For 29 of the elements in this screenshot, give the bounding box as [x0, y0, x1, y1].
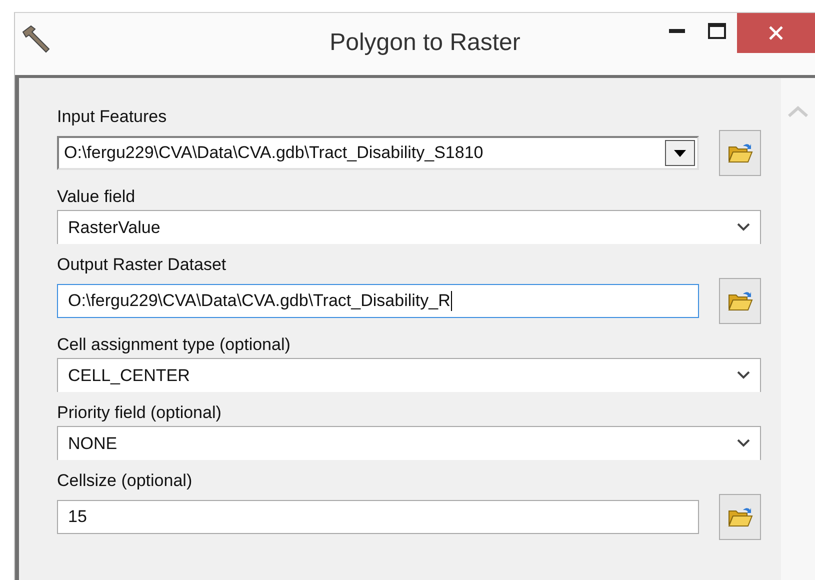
combo-box[interactable]: O:\fergu229\CVA\Data\CVA.gdb\Tract_Disability_S1810 [57, 136, 699, 170]
chevron-down-icon [737, 371, 750, 379]
field-label: Value field [57, 186, 136, 208]
window-title: Polygon to Raster [330, 29, 520, 57]
text-cursor [451, 291, 452, 311]
input-field[interactable]: O:\fergu229\CVA\Data\CVA.gdb\Tract_Disability_R [57, 284, 699, 318]
dropdown[interactable]: CELL_CENTER [57, 358, 761, 392]
dropdown[interactable]: NONE [57, 426, 761, 460]
close-icon [768, 25, 784, 41]
chevron-down-icon [737, 223, 750, 231]
maximize-icon [708, 23, 726, 39]
dropdown-button[interactable] [665, 140, 695, 166]
field-label: Cell assignment type (optional) [57, 334, 292, 356]
field-label: Priority field (optional) [57, 402, 222, 424]
triangle-down-icon [674, 150, 686, 156]
folder-icon [727, 505, 753, 529]
browse-button[interactable] [719, 130, 761, 176]
input-field[interactable]: 15 [57, 500, 699, 534]
chevron-down-icon [737, 439, 750, 447]
folder-icon [727, 141, 753, 165]
browse-button[interactable] [719, 494, 761, 540]
folder-icon [727, 289, 753, 313]
field-label: Input Features [57, 106, 168, 128]
field-label: Cellsize (optional) [57, 470, 194, 492]
dropdown[interactable]: RasterValue [57, 210, 761, 244]
minimize-icon [669, 29, 685, 33]
field-label: Output Raster Dataset [57, 254, 228, 276]
browse-button[interactable] [719, 278, 761, 324]
close-button[interactable] [737, 13, 815, 53]
